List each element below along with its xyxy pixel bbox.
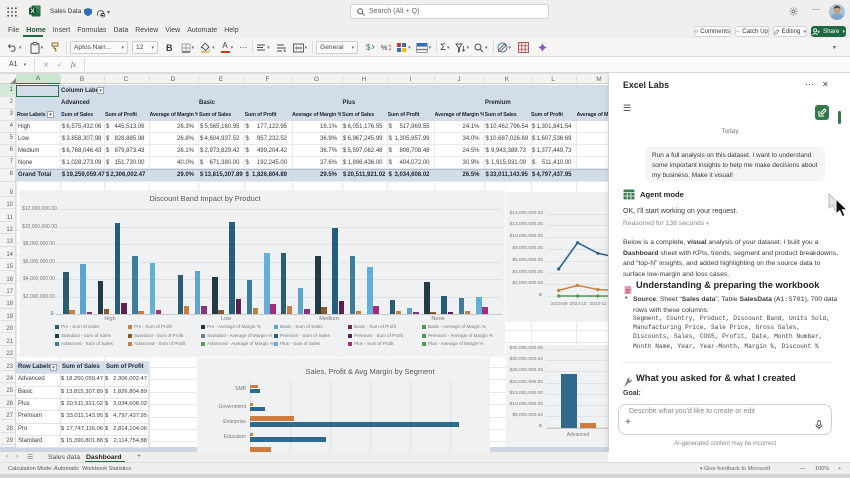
svg-text:%: % [381,45,387,52]
svg-text:X: X [30,8,35,15]
svg-text:$: $ [366,43,371,52]
